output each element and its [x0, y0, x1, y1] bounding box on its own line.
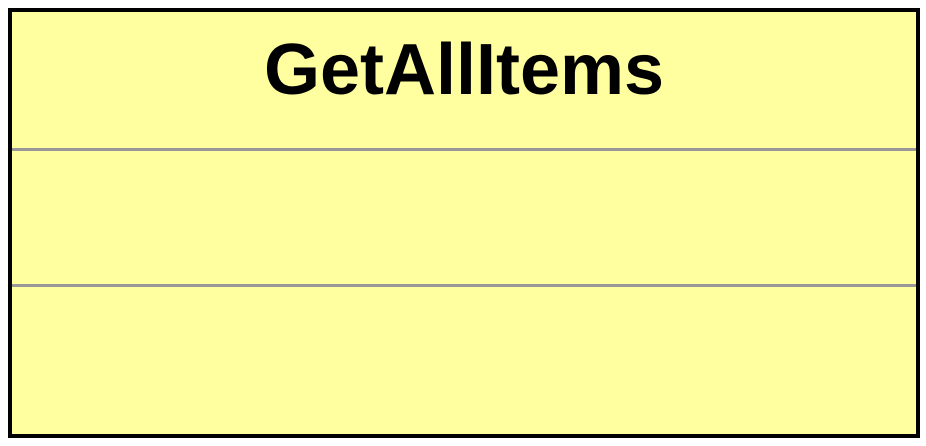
- uml-class-box: GetAllItems: [8, 8, 920, 438]
- class-name: GetAllItems: [263, 30, 665, 110]
- operations-compartment: [12, 287, 916, 434]
- class-name-compartment: GetAllItems: [12, 12, 916, 151]
- attributes-compartment: [12, 151, 916, 287]
